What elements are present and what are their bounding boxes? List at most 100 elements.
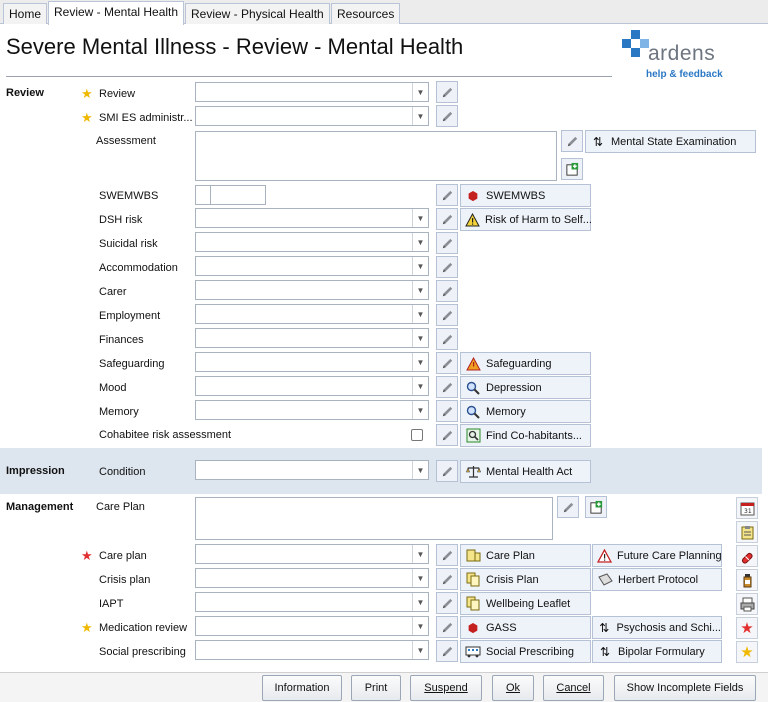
iapt-combo[interactable]: ▼: [195, 592, 429, 612]
review-combo[interactable]: ▼: [195, 82, 429, 102]
edit-pen-button[interactable]: [436, 81, 458, 103]
finances-combo[interactable]: ▼: [195, 328, 429, 348]
smi-es-combo[interactable]: ▼: [195, 106, 429, 126]
red-star-button[interactable]: ★: [736, 617, 758, 639]
edit-pen-button[interactable]: [436, 208, 458, 230]
information-button[interactable]: Information: [262, 675, 342, 701]
chevron-down-icon[interactable]: ▼: [412, 329, 428, 347]
yellow-star-button[interactable]: ★: [736, 641, 758, 663]
chevron-down-icon[interactable]: ▼: [412, 593, 428, 611]
future-care-planning-button[interactable]: Future Care Planning: [592, 544, 722, 567]
show-incomplete-fields-button[interactable]: Show Incomplete Fields: [614, 675, 756, 701]
social-prescribing-combo[interactable]: ▼: [195, 640, 429, 660]
chevron-down-icon[interactable]: ▼: [412, 641, 428, 659]
chevron-down-icon[interactable]: ▼: [412, 107, 428, 125]
chevron-down-icon[interactable]: ▼: [412, 281, 428, 299]
chevron-down-icon[interactable]: ▼: [412, 377, 428, 395]
edit-pen-button[interactable]: [436, 616, 458, 638]
medication-review-combo[interactable]: ▼: [195, 616, 429, 636]
calendar-button[interactable]: 31: [736, 497, 758, 519]
tab-review-physical-health[interactable]: Review - Physical Health: [185, 3, 330, 24]
mental-state-examination-button[interactable]: ⇅ Mental State Examination: [585, 130, 756, 153]
ardens-logo[interactable]: ardens help & feedback: [620, 28, 730, 84]
edit-pen-button[interactable]: [436, 376, 458, 398]
assessment-textarea[interactable]: [195, 131, 557, 181]
memory-combo[interactable]: ▼: [195, 400, 429, 420]
pen-icon: [442, 382, 452, 392]
bipolar-formulary-button[interactable]: ⇅ Bipolar Formulary: [592, 640, 722, 663]
psychosis-button[interactable]: ⇅ Psychosis and Schi...: [592, 616, 722, 639]
suicidal-risk-combo[interactable]: ▼: [195, 232, 429, 252]
edit-pen-button[interactable]: [436, 256, 458, 278]
print-plan-button[interactable]: [736, 593, 758, 615]
edit-pen-button[interactable]: [436, 544, 458, 566]
risk-of-harm-button[interactable]: Risk of Harm to Self...: [460, 208, 592, 231]
suspend-button[interactable]: Suspend: [410, 675, 482, 701]
chevron-down-icon[interactable]: ▼: [412, 401, 428, 419]
condition-combo[interactable]: ▼: [195, 460, 429, 480]
herbert-protocol-button[interactable]: Herbert Protocol: [592, 568, 722, 591]
edit-pen-button[interactable]: [436, 400, 458, 422]
care-plan-link-button[interactable]: Care Plan: [460, 544, 591, 567]
chevron-down-icon[interactable]: ▼: [412, 461, 428, 479]
cohabitee-checkbox[interactable]: [411, 429, 423, 441]
care-plan-combo[interactable]: ▼: [195, 544, 429, 564]
field-label-review: Review: [99, 88, 136, 100]
chevron-down-icon[interactable]: ▼: [412, 353, 428, 371]
crisis-plan-combo[interactable]: ▼: [195, 568, 429, 588]
edit-pen-button[interactable]: [436, 352, 458, 374]
chevron-down-icon[interactable]: ▼: [412, 569, 428, 587]
chevron-down-icon[interactable]: ▼: [412, 305, 428, 323]
medicine-bottle-button[interactable]: [736, 569, 758, 591]
clipboard-button[interactable]: [736, 521, 758, 543]
gass-button[interactable]: ⬢ GASS: [460, 616, 591, 639]
help-feedback-link[interactable]: help & feedback: [646, 69, 723, 80]
care-plan-textarea[interactable]: [195, 497, 553, 540]
edit-pen-button[interactable]: [436, 105, 458, 127]
wellbeing-leaflet-button[interactable]: Wellbeing Leaflet: [460, 592, 591, 615]
swemwbs-link-button[interactable]: ⬢ SWEMWBS: [460, 184, 591, 207]
chevron-down-icon[interactable]: ▼: [412, 257, 428, 275]
edit-pen-button[interactable]: [436, 460, 458, 482]
swemwbs-prefix-box[interactable]: [195, 185, 211, 205]
tab-home[interactable]: Home: [3, 3, 48, 24]
edit-pen-button[interactable]: [436, 424, 458, 446]
chevron-down-icon[interactable]: ▼: [412, 617, 428, 635]
depression-link-button[interactable]: Depression: [460, 376, 591, 399]
chevron-down-icon[interactable]: ▼: [412, 545, 428, 563]
edit-pen-button[interactable]: [436, 280, 458, 302]
chevron-down-icon[interactable]: ▼: [412, 83, 428, 101]
employment-combo[interactable]: ▼: [195, 304, 429, 324]
edit-pen-button[interactable]: [436, 232, 458, 254]
swemwbs-input[interactable]: [210, 185, 266, 205]
edit-pen-button[interactable]: [436, 304, 458, 326]
find-cohabitants-button[interactable]: Find Co-habitants...: [460, 424, 591, 447]
edit-pen-button[interactable]: [561, 130, 583, 152]
dsh-risk-combo[interactable]: ▼: [195, 208, 429, 228]
accommodation-combo[interactable]: ▼: [195, 256, 429, 276]
edit-pen-button[interactable]: [436, 592, 458, 614]
safeguarding-combo[interactable]: ▼: [195, 352, 429, 372]
mood-combo[interactable]: ▼: [195, 376, 429, 396]
cancel-button[interactable]: Cancel: [543, 675, 604, 701]
crisis-plan-link-button[interactable]: Crisis Plan: [460, 568, 591, 591]
carer-combo[interactable]: ▼: [195, 280, 429, 300]
print-button[interactable]: Print: [351, 675, 401, 701]
chevron-down-icon[interactable]: ▼: [412, 209, 428, 227]
mental-health-act-button[interactable]: Mental Health Act: [460, 460, 591, 483]
edit-pen-button[interactable]: [436, 328, 458, 350]
social-prescribing-button[interactable]: Social Prescribing: [460, 640, 591, 663]
chevron-down-icon[interactable]: ▼: [412, 233, 428, 251]
tab-resources[interactable]: Resources: [331, 3, 401, 24]
edit-pen-button[interactable]: [436, 568, 458, 590]
memory-link-button[interactable]: Memory: [460, 400, 591, 423]
edit-pen-button[interactable]: [436, 184, 458, 206]
safeguarding-link-button[interactable]: Safeguarding: [460, 352, 591, 375]
edit-pen-button[interactable]: [436, 640, 458, 662]
tab-review-mental-health[interactable]: Review - Mental Health: [48, 1, 185, 25]
add-note-button[interactable]: [561, 158, 583, 180]
ok-button[interactable]: Ok: [492, 675, 534, 701]
edit-pen-button[interactable]: [557, 496, 579, 518]
capsule-button[interactable]: [736, 545, 758, 567]
add-note-button[interactable]: [585, 496, 607, 518]
